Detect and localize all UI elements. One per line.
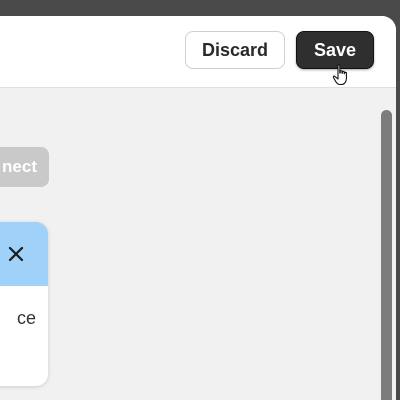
info-card: ce xyxy=(0,222,48,386)
scrollbar-thumb[interactable] xyxy=(381,110,392,400)
content-area: nect ce xyxy=(0,88,396,400)
vertical-scrollbar[interactable] xyxy=(381,110,392,400)
discard-button[interactable]: Discard xyxy=(185,31,285,69)
hand-pointer-icon xyxy=(332,64,347,86)
card-body-text: ce xyxy=(16,308,36,328)
card-header xyxy=(0,222,48,286)
connect-chip[interactable]: nect xyxy=(0,147,49,187)
close-icon[interactable] xyxy=(8,246,24,262)
connect-chip-label: nect xyxy=(2,157,37,176)
